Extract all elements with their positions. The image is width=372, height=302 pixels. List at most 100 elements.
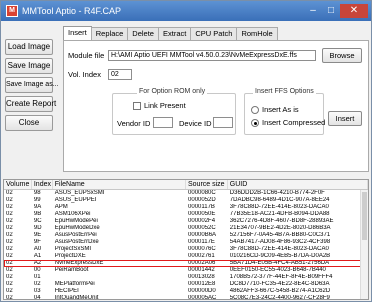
- cell-filename: MEPlatformPei: [54, 281, 95, 287]
- table-row[interactable]: 02 00 PeiRamBoot 00001442 0EEF0150-EC55-4023…: [4, 267, 368, 274]
- cell-index: 01: [33, 274, 41, 280]
- insert-as-is-label: Insert As is: [262, 105, 299, 114]
- ffs-options-group-label: Insert FFS Options: [253, 88, 316, 95]
- table-row[interactable]: 02 9E AsusPostErrPei 00000B6A 527156F7-0A45-…: [4, 232, 368, 239]
- table-row[interactable]: 02 02 MEPlatformPei 000012E8 DC8D7710-FC35-4…: [4, 281, 368, 288]
- cell-source-size: 0000117B: [188, 204, 215, 210]
- device-id-input[interactable]: [213, 117, 233, 128]
- cell-source-size: 000000D0: [188, 288, 216, 294]
- cell-volume: 02: [6, 281, 13, 287]
- load-image-button[interactable]: Load Image: [5, 39, 53, 55]
- cell-index: 98: [33, 190, 41, 196]
- table-row[interactable]: 02 9F AsusPostErrDxe 0000117E 54AB7417-AD08-…: [4, 239, 368, 246]
- table-row[interactable]: 02 9A APM 0000117B 3F78C88D-72EE-414E-8023-D…: [4, 204, 368, 211]
- table-row[interactable]: 02 99 ASUS_EUPPEI 0000052D 7DADBC98-6489-4D1…: [4, 197, 368, 204]
- table-row[interactable]: 02 9B ASM106XPei 0000050E 77B35E18-AC21-4DFB…: [4, 211, 368, 218]
- scrollbar-thumb[interactable]: [362, 192, 367, 240]
- option-rom-group-label: For Option ROM only: [137, 88, 208, 95]
- table-row[interactable]: 02 9D EpuHwModeDxe 0000052C 21E34707-9BE2-4D…: [4, 225, 368, 232]
- cell-guid: 3F78C88D-72EE-414E-8023-DACA0: [229, 246, 329, 252]
- cell-volume: 02: [6, 253, 13, 259]
- cell-filename: ASUS_EUPPEI: [54, 197, 97, 203]
- cell-source-size: 00000B6A: [188, 232, 217, 238]
- link-present-label: Link Present: [144, 101, 186, 110]
- vendor-id-input[interactable]: [153, 117, 173, 128]
- col-index[interactable]: Index: [32, 180, 53, 189]
- cell-filename: NvmeExpressDxE: [54, 260, 104, 266]
- cell-index: A1: [33, 253, 42, 259]
- cell-index: 9A: [33, 204, 42, 210]
- table-row[interactable]: 02 04 IntQuandMeUnit 000005AC 5C08C7E3-24C2-…: [4, 295, 368, 300]
- close-app-button[interactable]: Close: [5, 115, 53, 131]
- col-source-size[interactable]: Source size: [186, 180, 228, 189]
- save-image-as-button[interactable]: Save Image as...: [5, 77, 59, 93]
- cell-filename: AsusPostErrPei: [54, 232, 97, 238]
- device-id-label: Device ID: [179, 119, 212, 128]
- cell-guid: 4862AFF3-667C-5458-B274-A1C62D: [229, 288, 331, 294]
- table-row[interactable]: 02 01 00013028 1708B572-377F-44EF-8F4E-B09F…: [4, 274, 368, 281]
- cell-filename: ProjectDXE: [54, 253, 86, 259]
- table-row[interactable]: 02 98 ASUS_EUPSxSMI 0000080C D36DDD2B-1C66-4…: [4, 190, 368, 197]
- cell-guid: 1708B572-377F-44EF-8F4E-B09FFF4: [229, 274, 333, 280]
- cell-volume: 02: [6, 288, 13, 294]
- maximize-button[interactable]: □: [322, 4, 340, 18]
- module-file-label: Module file: [68, 51, 105, 60]
- cell-index: 9B: [33, 211, 42, 217]
- cell-filename: IntQuandMeUnit: [54, 295, 99, 300]
- insert-compressed-radio[interactable]: [251, 119, 259, 127]
- cell-filename: ProjectSxSMI: [54, 246, 92, 252]
- col-volume[interactable]: Volume: [4, 180, 32, 189]
- cell-volume: 02: [6, 260, 13, 266]
- create-report-button[interactable]: Create Report: [5, 96, 56, 112]
- vol-index-label: Vol. Index: [68, 70, 101, 79]
- save-image-button[interactable]: Save Image: [5, 58, 53, 74]
- ffs-options-group: Insert FFS Options Insert As is Insert C…: [244, 88, 325, 135]
- cell-source-size: 000005AC: [188, 295, 217, 300]
- cell-index: A2: [33, 260, 42, 266]
- table-row[interactable]: 02 A0 ProjectSxSMI 0000076C 3F78C88D-72EE-41…: [4, 246, 368, 253]
- tab-insert[interactable]: Insert: [63, 26, 92, 40]
- option-rom-group: For Option ROM only Link Present Vendor …: [112, 88, 236, 135]
- cell-guid: 5BA71D4-E05B-4FC4-AB51-2756DA: [229, 260, 330, 266]
- insert-as-is-radio[interactable]: [251, 106, 259, 114]
- tab-extract[interactable]: Extract: [157, 27, 192, 40]
- cell-volume: 02: [6, 218, 13, 224]
- cell-volume: 02: [6, 267, 13, 273]
- ffs-table: Volume Index FileName Source size GUID 0…: [3, 179, 369, 300]
- tab-replace[interactable]: Replace: [90, 27, 129, 40]
- cell-source-size: 0000052C: [188, 225, 216, 231]
- tab-romhole[interactable]: RomHole: [236, 27, 278, 40]
- cell-filename: AsusPostErrDxe: [54, 239, 99, 245]
- cell-source-size: 00013028: [188, 274, 215, 280]
- title-bar[interactable]: M MMTool Aptio - R4F.CAP – □ ✕: [1, 1, 371, 21]
- tab-cpu-patch[interactable]: CPU Patch: [190, 27, 238, 40]
- vertical-scrollbar[interactable]: [360, 190, 368, 299]
- cell-index: 00: [33, 267, 41, 273]
- cell-guid: 54AB7417-AD08-4F86-93C2-4CF398: [229, 239, 331, 245]
- link-present-checkbox[interactable]: [133, 102, 141, 110]
- table-row[interactable]: 02 9C EpuHwModePei 000002F4 362C7276-4D8F-46…: [4, 218, 368, 225]
- cell-source-size: 000002F4: [188, 218, 216, 224]
- module-file-input[interactable]: H:\AMI Aptio UEFI MMTool v4.50.0.23\NvMe…: [108, 50, 316, 61]
- insert-button[interactable]: Insert: [328, 111, 362, 126]
- cell-filename: PeiRamBoot: [54, 267, 89, 273]
- cell-source-size: 0000080C: [188, 190, 216, 196]
- cell-guid: 0EEF0150-EC55-4023-B648-7B440: [229, 267, 326, 273]
- tab-delete[interactable]: Delete: [127, 27, 159, 40]
- close-button[interactable]: ✕: [340, 4, 368, 18]
- cell-volume: 02: [6, 246, 13, 252]
- vol-index-input[interactable]: 02: [108, 69, 132, 80]
- cell-filename: EpuHwModeDxe: [54, 225, 100, 231]
- cell-guid: 5C08C7E3-24C2-4400-9627-CF28F9: [229, 295, 330, 300]
- col-filename[interactable]: FileName: [53, 180, 186, 189]
- table-row[interactable]: 02 03 HECIPEI 000000D0 4862AFF3-667C-5458-B2…: [4, 288, 368, 295]
- vendor-id-label: Vendor ID: [117, 119, 151, 128]
- cell-guid: D36DDD2B-1C66-4210-B774-2F0F: [229, 190, 325, 196]
- window-title: MMTool Aptio - R4F.CAP: [22, 6, 122, 16]
- browse-button[interactable]: Browse: [322, 48, 362, 63]
- col-guid[interactable]: GUID: [228, 180, 368, 189]
- cell-index: 9C: [33, 218, 42, 224]
- table-row[interactable]: 02 A1 ProjectDXE 00002761 010216CD-9C09-4EB5…: [4, 253, 368, 260]
- minimize-button[interactable]: –: [304, 4, 322, 18]
- table-row[interactable]: 02 A2 NvmeExpressDxE 00002A06 5BA71D4-E05B-4…: [4, 260, 368, 267]
